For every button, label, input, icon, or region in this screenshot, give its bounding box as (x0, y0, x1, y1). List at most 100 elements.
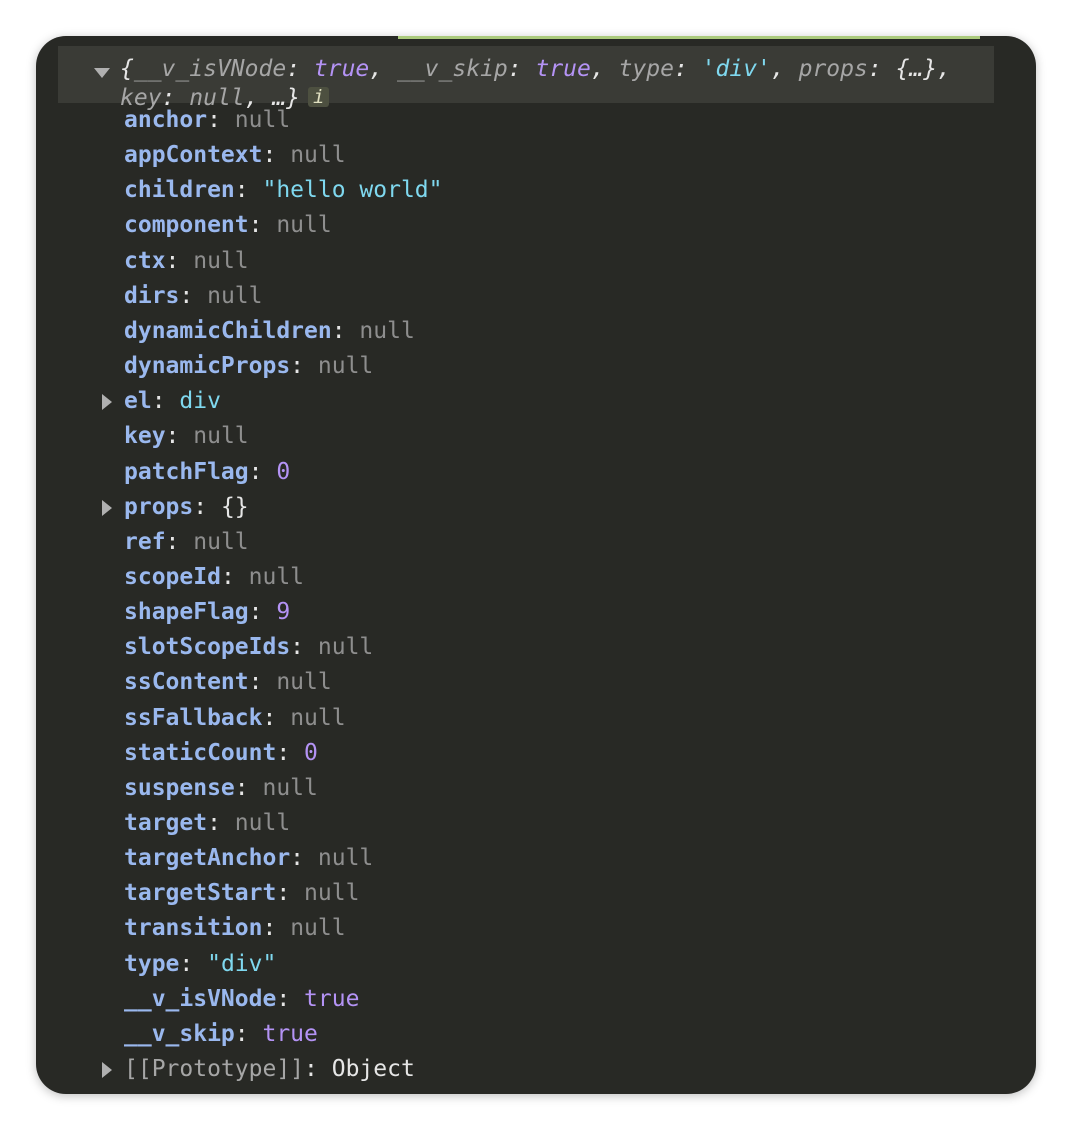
property-row-dynamicProps: dynamicProps: null (124, 349, 373, 384)
property-key: dynamicProps (124, 353, 291, 379)
property-value: null (290, 142, 346, 168)
property-key: __v_isVNode (124, 986, 277, 1012)
object-summary-row[interactable]: {__v_isVNode: true, __v_skip: true, type… (58, 46, 994, 111)
property-key: staticCount (124, 740, 277, 766)
property-key: ref (124, 529, 166, 555)
property-key: __v_skip (124, 1021, 235, 1047)
property-value: null (290, 705, 346, 731)
property-key: appContext (124, 142, 263, 168)
property-colon: : (262, 142, 291, 168)
summary-token: , (590, 56, 619, 82)
property-value: 9 (276, 599, 291, 625)
property-key: type (124, 951, 180, 977)
property-key: ssContent (124, 669, 249, 695)
expand-triangle-icon[interactable] (102, 1062, 112, 1078)
property-colon: : (290, 353, 318, 379)
summary-token: : (673, 56, 702, 82)
property-colon: : (304, 1056, 332, 1082)
property-row-Prototype[interactable]: [[Prototype]]: Object (124, 1052, 415, 1087)
property-key: patchFlag (124, 459, 249, 485)
property-row-component: component: null (124, 208, 332, 243)
summary-token: , (770, 56, 799, 82)
property-colon: : (234, 1021, 263, 1047)
property-colon: : (165, 248, 194, 274)
property-row-ref: ref: null (124, 525, 249, 560)
property-value: "div" (207, 951, 277, 977)
property-row-children: children: "hello world" (124, 173, 443, 208)
property-key: el (124, 388, 152, 414)
summary-token: , (937, 56, 951, 82)
collapse-triangle-icon[interactable] (94, 68, 110, 78)
property-key: slotScopeIds (124, 634, 291, 660)
property-colon: : (165, 423, 194, 449)
property-colon: : (262, 705, 291, 731)
property-colon: : (179, 951, 208, 977)
property-key: shapeFlag (124, 599, 249, 625)
property-value: null (193, 529, 249, 555)
property-colon: : (207, 107, 235, 133)
property-row-patchFlag: patchFlag: 0 (124, 455, 290, 490)
property-key: targetAnchor (124, 845, 291, 871)
property-value: null (234, 810, 291, 836)
property-colon: : (276, 986, 305, 1012)
expand-triangle-icon[interactable] (102, 500, 112, 516)
property-key: scopeId (124, 564, 221, 590)
property-key: props (124, 494, 194, 520)
property-row-slotScopeIds: slotScopeIds: null (124, 630, 373, 665)
property-value: null (304, 880, 360, 906)
property-colon: : (179, 283, 208, 309)
property-key: key (124, 423, 166, 449)
property-value: null (262, 775, 318, 801)
property-value: null (193, 248, 249, 274)
property-colon: : (220, 564, 249, 590)
property-value: null (207, 283, 263, 309)
property-key: target (124, 810, 208, 836)
property-value: null (317, 353, 374, 379)
property-value: 0 (304, 740, 318, 766)
property-colon: : (248, 459, 277, 485)
summary-token: : (507, 56, 536, 82)
object-summary-line-1: {__v_isVNode: true, __v_skip: true, type… (120, 55, 951, 84)
property-row-shapeFlag: shapeFlag: 9 (124, 595, 290, 630)
property-key: dynamicChildren (124, 318, 332, 344)
summary-token: 'div' (701, 56, 771, 82)
property-colon: : (248, 599, 277, 625)
summary-token: true (313, 56, 370, 82)
summary-token: : (867, 56, 896, 82)
property-key: component (124, 212, 249, 238)
property-value: null (359, 318, 415, 344)
expand-triangle-icon[interactable] (102, 394, 112, 410)
property-value: null (317, 845, 374, 871)
property-colon: : (248, 212, 277, 238)
property-colon: : (290, 845, 318, 871)
property-row-key: key: null (124, 419, 249, 454)
property-value: Object (331, 1056, 415, 1082)
property-row---v-skip: __v_skip: true (124, 1017, 318, 1052)
property-row-dynamicChildren: dynamicChildren: null (124, 314, 415, 349)
property-colon: : (290, 634, 318, 660)
property-key: transition (124, 915, 263, 941)
info-badge-icon[interactable]: i (308, 87, 330, 107)
summary-token: props (798, 56, 868, 82)
property-colon: : (193, 494, 221, 520)
property-value: null (193, 423, 249, 449)
property-row-props[interactable]: props: {} (124, 490, 249, 525)
property-key: targetStart (124, 880, 277, 906)
property-value: div (179, 388, 221, 414)
property-value: null (234, 107, 291, 133)
summary-token: type (618, 56, 674, 82)
property-colon: : (165, 529, 194, 555)
property-colon: : (234, 775, 263, 801)
property-row-el[interactable]: el: div (124, 384, 221, 419)
property-colon: : (207, 810, 235, 836)
property-row-anchor: anchor: null (124, 103, 290, 138)
summary-token: true (535, 56, 591, 82)
property-value: null (276, 669, 332, 695)
property-key: anchor (124, 107, 208, 133)
property-row-dirs: dirs: null (124, 279, 262, 314)
property-value: null (276, 212, 332, 238)
property-colon: : (151, 388, 180, 414)
property-row-transition: transition: null (124, 911, 346, 946)
summary-token: { (120, 56, 134, 82)
property-row-suspense: suspense: null (124, 771, 318, 806)
